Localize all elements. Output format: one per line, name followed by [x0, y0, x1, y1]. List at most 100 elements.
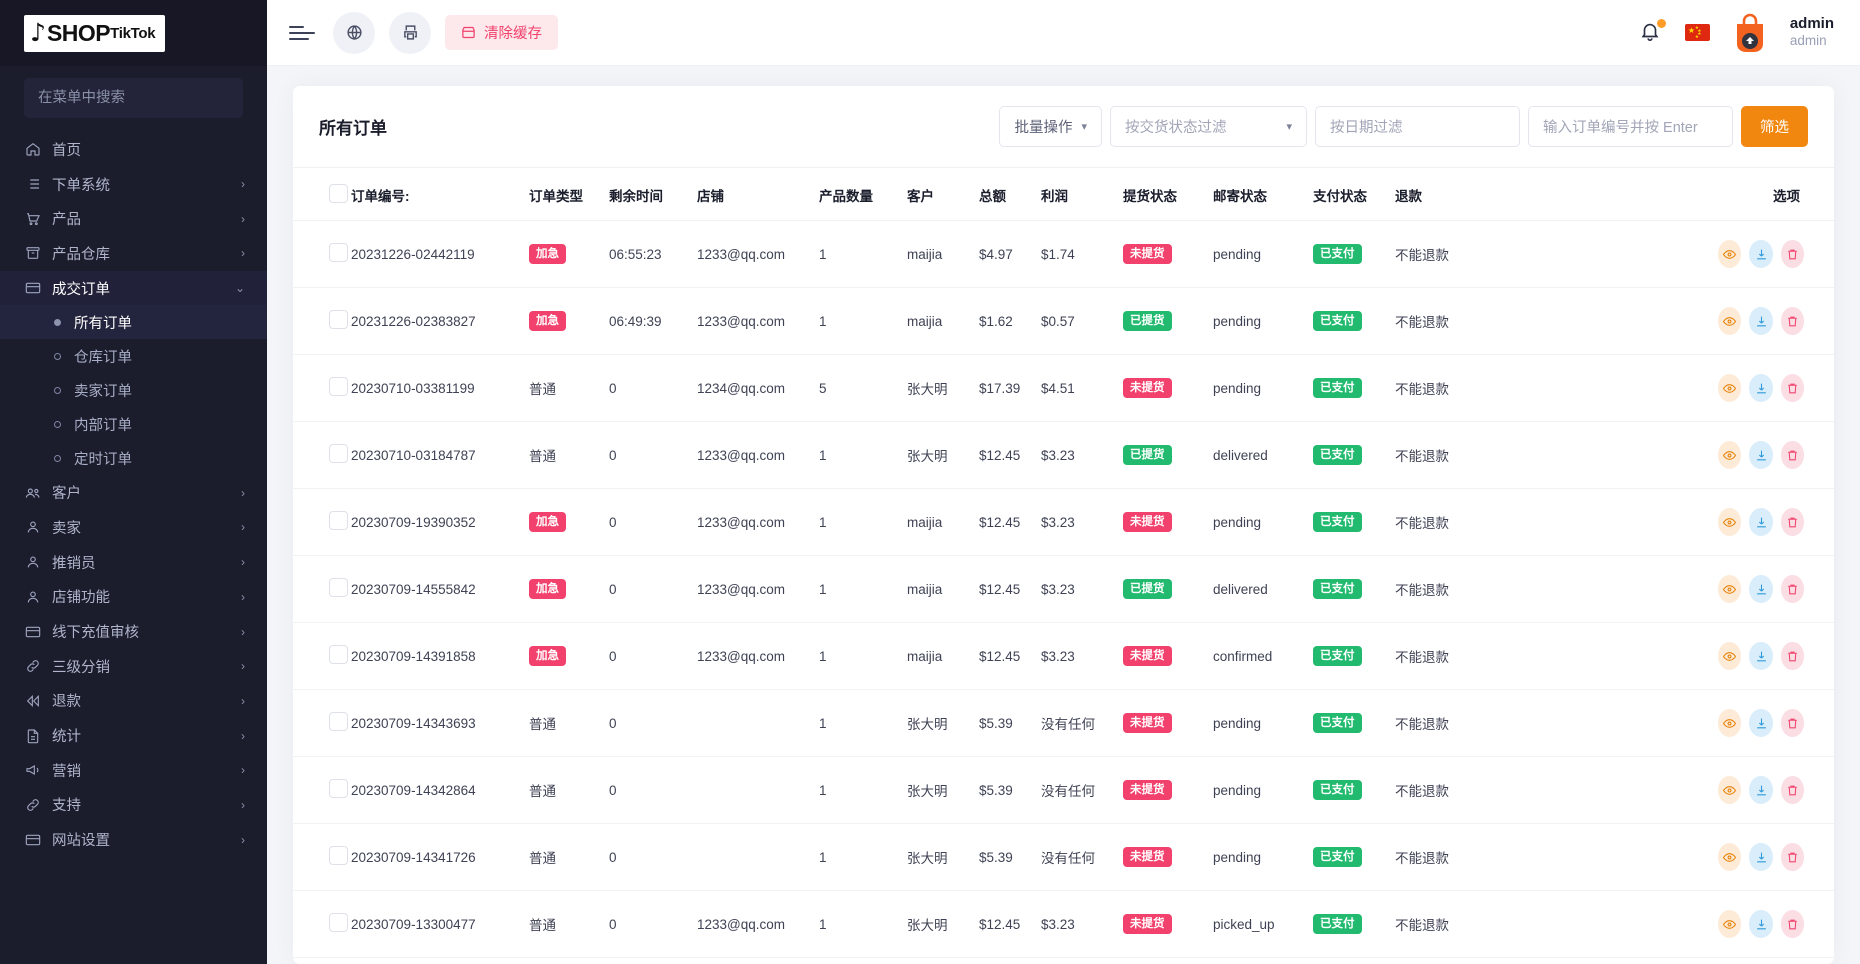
eye-icon[interactable]: [1718, 843, 1741, 871]
download-icon[interactable]: [1749, 307, 1772, 335]
table-row[interactable]: 20230709-14555842加急01233@qq.com1maijia$1…: [293, 556, 1834, 623]
row-checkbox[interactable]: [329, 712, 348, 731]
table-row[interactable]: 20230709-14341726普通01张大明$5.39没有任何未提货pend…: [293, 824, 1834, 891]
table-row[interactable]: 20230710-03381199普通01234@qq.com5张大明$17.3…: [293, 355, 1834, 422]
sidebar-item-10[interactable]: 三级分销›: [0, 649, 267, 684]
download-icon[interactable]: [1749, 441, 1772, 469]
sidebar-subitem-4-3[interactable]: 内部订单: [0, 407, 267, 441]
trash-icon[interactable]: [1781, 575, 1804, 603]
avatar[interactable]: [1730, 12, 1770, 54]
date-filter[interactable]: 按日期过滤: [1315, 106, 1520, 147]
cell-customer: 张大明: [903, 422, 975, 489]
cell-pickup-status: 已提货: [1119, 422, 1209, 489]
download-icon[interactable]: [1749, 709, 1772, 737]
select-all-checkbox[interactable]: [329, 184, 348, 203]
download-icon[interactable]: [1749, 776, 1772, 804]
download-icon[interactable]: [1749, 508, 1772, 536]
trash-icon[interactable]: [1781, 240, 1804, 268]
sidebar-item-15[interactable]: 网站设置›: [0, 822, 267, 857]
bell-icon[interactable]: [1639, 19, 1665, 47]
trash-icon[interactable]: [1781, 508, 1804, 536]
clear-cache-button[interactable]: 清除缓存: [445, 15, 558, 50]
order-number-input[interactable]: 输入订单编号并按 Enter: [1528, 106, 1733, 147]
eye-icon[interactable]: [1718, 307, 1741, 335]
hamburger-icon[interactable]: [289, 18, 319, 48]
sidebar-item-6[interactable]: 卖家›: [0, 510, 267, 545]
table-row[interactable]: 20231226-02442119加急06:55:231233@qq.com1m…: [293, 221, 1834, 288]
row-checkbox[interactable]: [329, 243, 348, 262]
download-icon[interactable]: [1749, 374, 1772, 402]
eye-icon[interactable]: [1718, 642, 1741, 670]
sidebar-item-7[interactable]: 推销员›: [0, 545, 267, 580]
document-icon: [24, 727, 41, 744]
bullet-icon: [54, 455, 61, 462]
row-checkbox[interactable]: [329, 444, 348, 463]
bulk-action-dropdown[interactable]: 批量操作 ▾: [999, 106, 1102, 147]
trash-icon[interactable]: [1781, 642, 1804, 670]
row-checkbox[interactable]: [329, 913, 348, 932]
eye-icon[interactable]: [1718, 240, 1741, 268]
table-row[interactable]: 20230709-14342864普通01张大明$5.39没有任何未提货pend…: [293, 757, 1834, 824]
row-checkbox[interactable]: [329, 578, 348, 597]
sidebar-subitem-4-2[interactable]: 卖家订单: [0, 373, 267, 407]
eye-icon[interactable]: [1718, 441, 1741, 469]
sidebar-item-0[interactable]: 首页: [0, 132, 267, 167]
download-icon[interactable]: [1749, 843, 1772, 871]
eye-icon[interactable]: [1718, 374, 1741, 402]
table-row[interactable]: 20230709-13300477普通01233@qq.com1张大明$12.4…: [293, 891, 1834, 958]
sidebar-item-12[interactable]: 统计›: [0, 718, 267, 753]
globe-icon[interactable]: [333, 12, 375, 54]
sidebar-item-11[interactable]: 退款›: [0, 684, 267, 719]
china-flag-icon[interactable]: ★ ★ ★ ★ ★: [1685, 24, 1710, 41]
sidebar-item-5[interactable]: 客户›: [0, 475, 267, 510]
row-checkbox[interactable]: [329, 645, 348, 664]
sidebar-item-8[interactable]: 店铺功能›: [0, 580, 267, 615]
delivery-status-filter[interactable]: 按交货状态过滤 ▾: [1110, 106, 1307, 147]
chevron-right-icon: ›: [241, 487, 245, 499]
user-menu[interactable]: admin admin: [1790, 15, 1834, 51]
sidebar-subitem-4-1[interactable]: 仓库订单: [0, 339, 267, 373]
eye-icon[interactable]: [1718, 709, 1741, 737]
sidebar-item-13[interactable]: 营销›: [0, 753, 267, 788]
row-checkbox[interactable]: [329, 779, 348, 798]
sidebar-item-4[interactable]: 成交订单⌄: [0, 271, 267, 306]
row-checkbox[interactable]: [329, 310, 348, 329]
table-row[interactable]: 20230709-19390352加急01233@qq.com1maijia$1…: [293, 489, 1834, 556]
trash-icon[interactable]: [1781, 374, 1804, 402]
table-row[interactable]: 20230710-03184787普通01233@qq.com1张大明$12.4…: [293, 422, 1834, 489]
sidebar-item-14[interactable]: 支持›: [0, 788, 267, 823]
trash-icon[interactable]: [1781, 307, 1804, 335]
table-row[interactable]: 20230709-14391858加急01233@qq.com1maijia$1…: [293, 623, 1834, 690]
sidebar-item-1[interactable]: 下单系统›: [0, 167, 267, 202]
table-row[interactable]: 20230709-14343693普通01张大明$5.39没有任何未提货pend…: [293, 690, 1834, 757]
filter-button[interactable]: 筛选: [1741, 106, 1808, 147]
download-icon[interactable]: [1749, 240, 1772, 268]
sidebar-item-9[interactable]: 线下充值审核›: [0, 614, 267, 649]
sidebar-item-3[interactable]: 产品仓库›: [0, 236, 267, 271]
eye-icon[interactable]: [1718, 575, 1741, 603]
sidebar-item-2[interactable]: 产品›: [0, 201, 267, 236]
brand-logo[interactable]: ♪ SHOP TikTok: [0, 0, 267, 66]
row-checkbox[interactable]: [329, 511, 348, 530]
trash-icon[interactable]: [1781, 843, 1804, 871]
printer-icon[interactable]: [389, 12, 431, 54]
cell-total: $12.45: [975, 623, 1037, 690]
row-checkbox[interactable]: [329, 377, 348, 396]
trash-icon[interactable]: [1781, 441, 1804, 469]
trash-icon[interactable]: [1781, 776, 1804, 804]
orders-table-scroll[interactable]: 订单编号: 订单类型 剩余时间 店铺 产品数量 客户 总额 利润 提货状态 邮寄…: [293, 168, 1834, 964]
row-checkbox[interactable]: [329, 846, 348, 865]
trash-icon[interactable]: [1781, 910, 1804, 938]
eye-icon[interactable]: [1718, 910, 1741, 938]
menu-search-input[interactable]: [24, 78, 243, 118]
trash-icon[interactable]: [1781, 709, 1804, 737]
users-icon: [24, 484, 41, 501]
download-icon[interactable]: [1749, 910, 1772, 938]
download-icon[interactable]: [1749, 575, 1772, 603]
eye-icon[interactable]: [1718, 776, 1741, 804]
sidebar-subitem-4-4[interactable]: 定时订单: [0, 441, 267, 475]
download-icon[interactable]: [1749, 642, 1772, 670]
table-row[interactable]: 20231226-02383827加急06:49:391233@qq.com1m…: [293, 288, 1834, 355]
eye-icon[interactable]: [1718, 508, 1741, 536]
sidebar-subitem-4-0[interactable]: 所有订单: [0, 305, 267, 339]
